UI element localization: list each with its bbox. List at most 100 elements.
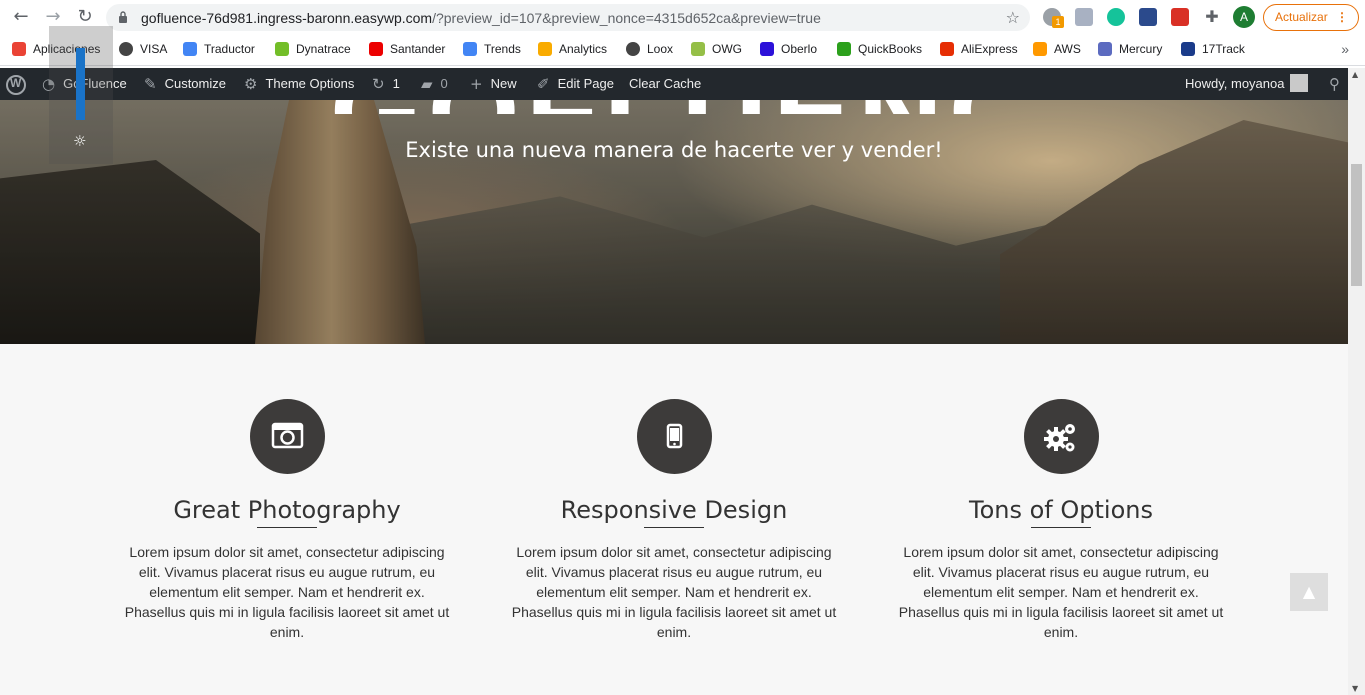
url-text: gofluence-76d981.ingress-baronn.easywp.c… xyxy=(141,10,821,26)
plus-icon: + xyxy=(470,75,483,93)
profile-avatar[interactable]: A xyxy=(1233,6,1255,28)
bookmark-dynatrace[interactable]: Dynatrace xyxy=(275,41,351,59)
bookmark-quickbooks[interactable]: QuickBooks xyxy=(837,41,922,59)
search-icon[interactable]: ⚲ xyxy=(1329,68,1340,100)
bookmarks-bar: Aplicaciones VISA Traductor Dynatrace Santan… xyxy=(0,34,1365,66)
bookmark-aws[interactable]: AWS xyxy=(1033,41,1081,59)
feature-responsive: Responsive Design Lorem ipsum dolor sit … xyxy=(504,399,844,642)
browser-chrome: ← → ↻ gofluence-76d981.ingress-baronn.ea… xyxy=(0,0,1365,68)
gear-icon: ⚙ xyxy=(244,75,258,93)
google-translate-icon xyxy=(183,42,197,56)
wp-new[interactable]: + New xyxy=(470,68,517,100)
wp-customize[interactable]: ✎ Customize xyxy=(144,68,226,100)
lock-icon xyxy=(119,11,127,23)
bookmark-aliexpress[interactable]: AliExpress xyxy=(940,41,1018,59)
globe-icon xyxy=(119,42,133,56)
title-underline xyxy=(257,527,317,528)
bookmark-label: Santander xyxy=(390,42,446,56)
bookmark-owg[interactable]: OWG xyxy=(691,41,742,59)
theme-options-label: Theme Options xyxy=(265,76,355,91)
17track-icon xyxy=(1181,42,1195,56)
feature-text: Lorem ipsum dolor sit amet, consectetur … xyxy=(898,544,1224,640)
bookmark-label: Mercury xyxy=(1119,42,1163,56)
santander-icon xyxy=(369,42,383,56)
back-button[interactable]: ← xyxy=(9,6,33,28)
floating-widget[interactable]: ☼ xyxy=(49,26,113,164)
widget-level-bar[interactable] xyxy=(76,48,85,120)
howdy-label: Howdy, moyanoa xyxy=(1185,76,1285,91)
page-scrollbar[interactable]: ▲ ▼ xyxy=(1348,68,1365,695)
bookmarks-overflow-icon[interactable]: » xyxy=(1341,41,1349,57)
wp-clear-cache[interactable]: Clear Cache xyxy=(629,68,701,100)
wp-theme-options[interactable]: ⚙ Theme Options xyxy=(244,68,354,100)
wordpress-logo-icon[interactable] xyxy=(6,75,26,95)
bookmark-visa[interactable]: VISA xyxy=(119,41,167,59)
scroll-to-top-button[interactable]: ▲ xyxy=(1290,573,1328,611)
comment-icon: ▰ xyxy=(421,75,433,93)
extensions-puzzle-icon[interactable]: ✚ xyxy=(1203,8,1221,26)
wp-comments[interactable]: ▰ 0 xyxy=(421,68,448,100)
address-bar[interactable]: gofluence-76d981.ingress-baronn.easywp.c… xyxy=(106,4,1030,31)
hero-title: GOFLUENCE xyxy=(330,100,1030,114)
customize-label: Customize xyxy=(164,76,226,91)
hero-section: GOFLUENCE Existe una nueva manera de hac… xyxy=(0,100,1348,344)
extension-red-icon[interactable] xyxy=(1171,8,1189,26)
brush-icon: ✎ xyxy=(144,75,157,93)
pencil-icon: ✐ xyxy=(537,75,550,93)
mercury-icon xyxy=(1098,42,1112,56)
hero-overlay xyxy=(0,100,1348,344)
forward-button[interactable]: → xyxy=(41,6,65,28)
bookmark-17track[interactable]: 17Track xyxy=(1181,41,1245,59)
bookmark-label: 17Track xyxy=(1202,42,1245,56)
bookmark-label: OWG xyxy=(712,42,742,56)
brightness-icon[interactable]: ☼ xyxy=(73,132,86,150)
bookmark-trends[interactable]: Trends xyxy=(463,41,521,59)
shopify-icon xyxy=(691,42,705,56)
extension-code-icon[interactable] xyxy=(1075,8,1093,26)
url-path: /?preview_id=107&preview_nonce=4315d652c… xyxy=(432,10,821,26)
bookmark-label: Dynatrace xyxy=(296,42,351,56)
extension-icon-circle[interactable]: 1 xyxy=(1043,8,1064,28)
apps-grid-icon xyxy=(12,42,26,56)
wp-howdy[interactable]: Howdy, moyanoa xyxy=(1185,68,1309,100)
dynatrace-icon xyxy=(275,42,289,56)
quickbooks-icon xyxy=(837,42,851,56)
feature-title: Tons of Options xyxy=(969,496,1153,524)
bookmark-label: VISA xyxy=(140,42,168,56)
feature-options: Tons of Options Lorem ipsum dolor sit am… xyxy=(891,399,1231,642)
updates-count: 1 xyxy=(392,76,400,91)
aliexpress-icon xyxy=(940,42,954,56)
bookmark-label: QuickBooks xyxy=(858,42,923,56)
bookmark-star-icon[interactable]: ☆ xyxy=(1006,8,1020,27)
bookmark-label: Traductor xyxy=(204,42,255,56)
gears-icon xyxy=(1023,399,1099,474)
bookmark-label: AWS xyxy=(1054,42,1081,56)
updates-icon: ↻ xyxy=(372,75,385,93)
extension-badge: 1 xyxy=(1052,16,1064,28)
bookmark-label: Trends xyxy=(484,42,521,56)
bookmark-label: Oberlo xyxy=(781,42,818,56)
bookmark-traductor[interactable]: Traductor xyxy=(183,41,255,59)
bookmark-label: AliExpress xyxy=(961,42,1018,56)
wp-edit-page[interactable]: ✐ Edit Page xyxy=(537,68,614,100)
bookmark-analytics[interactable]: Analytics xyxy=(538,41,607,59)
wp-updates[interactable]: ↻ 1 xyxy=(372,68,400,100)
scrollbar-thumb[interactable] xyxy=(1351,164,1362,286)
feature-title: Great Photography xyxy=(173,496,401,524)
reload-button[interactable]: ↻ xyxy=(73,6,97,28)
grammarly-icon[interactable] xyxy=(1107,8,1125,26)
bookmark-loox[interactable]: Loox xyxy=(626,41,673,59)
bookmark-mercury[interactable]: Mercury xyxy=(1098,41,1162,59)
extension-flag-icon[interactable] xyxy=(1139,8,1157,26)
aws-icon xyxy=(1033,42,1047,56)
update-button[interactable]: Actualizar ⋮ xyxy=(1263,4,1359,31)
scroll-up-arrow-icon[interactable]: ▲ xyxy=(1352,70,1358,79)
scroll-down-arrow-icon[interactable]: ▼ xyxy=(1352,684,1358,693)
bookmark-label: Analytics xyxy=(559,42,608,56)
features-section: Great Photography Lorem ipsum dolor sit … xyxy=(0,344,1348,695)
oberlo-icon xyxy=(760,42,774,56)
bookmark-santander[interactable]: Santander xyxy=(369,41,445,59)
bookmark-oberlo[interactable]: Oberlo xyxy=(760,41,817,59)
browser-toolbar: ← → ↻ gofluence-76d981.ingress-baronn.ea… xyxy=(0,0,1365,34)
edit-page-label: Edit Page xyxy=(557,76,614,91)
